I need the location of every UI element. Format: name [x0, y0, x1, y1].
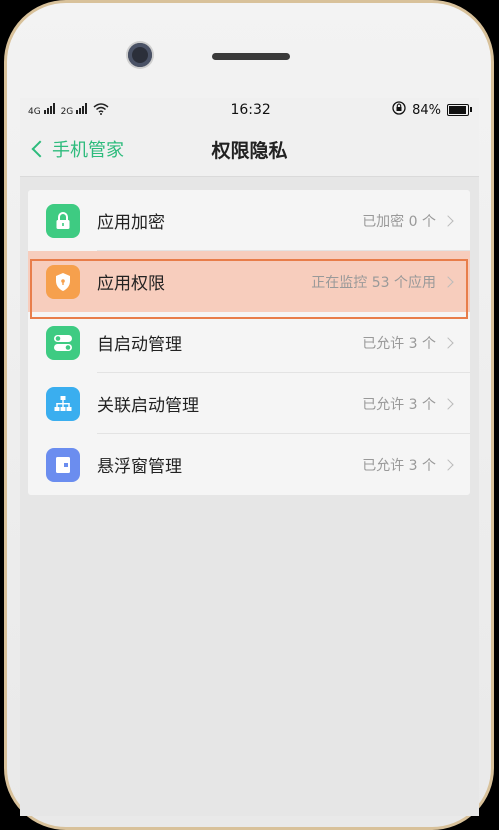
rotation-lock-icon — [392, 101, 406, 119]
settings-list: 应用加密 已加密 0 个 应用权限 正在监控 53 个应用 自启动管理 已允许 … — [28, 190, 470, 495]
status-left: 4G 2G — [28, 102, 109, 118]
front-camera — [128, 43, 152, 67]
wifi-icon — [93, 102, 109, 118]
signal-4g: 4G — [28, 103, 55, 117]
status-bar: 4G 2G 16:32 84% — [20, 98, 479, 122]
list-item-label: 关联启动管理 — [97, 396, 199, 416]
list-item-value: 已允许 3 个 — [362, 335, 436, 352]
signal-2g-label: 2G — [60, 107, 74, 117]
signal-bars-icon — [43, 103, 55, 114]
list-item-autostart[interactable]: 自启动管理 已允许 3 个 — [28, 312, 470, 373]
chevron-right-icon — [442, 336, 454, 349]
signal-bars-icon — [76, 103, 88, 114]
toggle-icon — [46, 325, 80, 360]
list-item-app-encryption[interactable]: 应用加密 已加密 0 个 — [28, 190, 470, 251]
chevron-right-icon — [442, 214, 454, 227]
list-item-value: 已允许 3 个 — [362, 396, 436, 413]
list-item-label: 应用权限 — [97, 274, 165, 294]
list-item-value: 已允许 3 个 — [362, 457, 436, 474]
hierarchy-icon — [46, 386, 80, 421]
signal-4g-label: 4G — [28, 107, 41, 117]
shield-icon — [46, 264, 80, 299]
back-button[interactable]: 手机管家 — [31, 136, 124, 162]
screen: 4G 2G 16:32 84% 手机管家 权限隐私 应用加密 已加密 0 个 应… — [20, 98, 479, 816]
lock-icon — [46, 203, 80, 238]
chevron-left-icon — [31, 140, 49, 158]
status-right: 84% — [392, 101, 472, 119]
chevron-right-icon — [442, 275, 454, 288]
page-title: 权限隐私 — [211, 139, 288, 162]
list-item-label: 自启动管理 — [97, 335, 182, 355]
status-time: 16:32 — [230, 102, 271, 118]
list-item-label: 悬浮窗管理 — [97, 457, 182, 477]
earpiece-speaker — [212, 53, 290, 60]
list-item-linked-startup[interactable]: 关联启动管理 已允许 3 个 — [28, 373, 470, 434]
signal-2g: 2G — [61, 103, 88, 117]
title-bar: 手机管家 权限隐私 — [20, 122, 479, 177]
battery-icon — [446, 104, 472, 116]
battery-percent: 84% — [412, 102, 441, 118]
back-label: 手机管家 — [52, 140, 124, 161]
list-item-app-permissions[interactable]: 应用权限 正在监控 53 个应用 — [28, 251, 470, 312]
floating-window-icon — [46, 447, 80, 482]
list-item-label: 应用加密 — [97, 213, 165, 233]
phone-frame: 4G 2G 16:32 84% 手机管家 权限隐私 应用加密 已加密 0 个 应… — [0, 0, 499, 830]
list-item-value: 已加密 0 个 — [362, 213, 436, 230]
list-item-floating-window[interactable]: 悬浮窗管理 已允许 3 个 — [28, 434, 470, 495]
chevron-right-icon — [442, 458, 454, 471]
list-item-value: 正在监控 53 个应用 — [311, 274, 436, 291]
chevron-right-icon — [442, 397, 454, 410]
